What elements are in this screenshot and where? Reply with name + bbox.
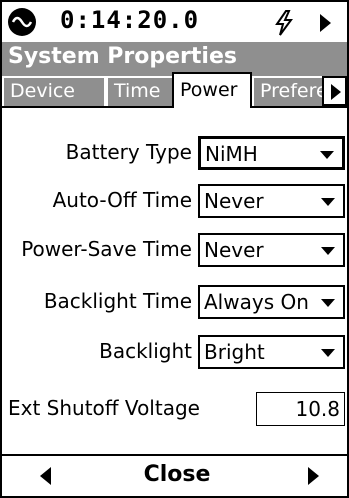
auto-off-time-label: Auto-Off Time — [52, 188, 192, 212]
battery-type-select[interactable]: NiMH — [198, 136, 345, 170]
device-screen: 0:14:20.0 System Properties Device Time … — [0, 0, 349, 498]
chevron-down-icon — [321, 299, 335, 307]
close-button[interactable]: Close — [132, 460, 222, 492]
meter-logo-icon — [8, 8, 36, 36]
tab-device[interactable]: Device — [2, 76, 106, 106]
power-save-time-select[interactable]: Never — [198, 233, 345, 267]
play-triangle-icon[interactable] — [320, 14, 331, 32]
status-bar: 0:14:20.0 — [2, 2, 347, 42]
battery-type-label: Battery Type — [65, 140, 192, 164]
power-save-time-value: Never — [204, 238, 264, 262]
backlight-value: Bright — [204, 340, 265, 364]
backlight-time-value: Always On — [204, 290, 309, 314]
backlight-time-label: Backlight Time — [43, 289, 192, 313]
chevron-down-icon — [320, 151, 334, 159]
window-title: System Properties — [2, 42, 347, 72]
chevron-down-icon — [321, 198, 335, 206]
auto-off-time-select[interactable]: Never — [198, 184, 345, 218]
battery-type-value: NiMH — [205, 142, 258, 166]
arrow-right-icon[interactable] — [308, 467, 319, 485]
power-save-time-label: Power-Save Time — [21, 237, 192, 261]
backlight-time-select[interactable]: Always On — [198, 285, 345, 319]
backlight-select[interactable]: Bright — [198, 335, 345, 369]
ext-shutoff-voltage-input[interactable]: 10.8 — [256, 392, 345, 426]
arrow-right-icon — [331, 84, 341, 100]
chevron-down-icon — [321, 247, 335, 255]
tab-preferences[interactable]: Preferences — [252, 76, 324, 106]
tab-power[interactable]: Power — [172, 72, 252, 108]
backlight-label: Backlight — [99, 339, 192, 363]
tab-time[interactable]: Time — [106, 76, 174, 106]
auto-off-time-value: Never — [204, 189, 264, 213]
arrow-left-icon[interactable] — [40, 467, 51, 485]
elapsed-time: 0:14:20.0 — [60, 6, 200, 34]
chevron-down-icon — [321, 349, 335, 357]
lightning-bolt-icon — [272, 10, 296, 36]
divider — [2, 454, 347, 456]
ext-shutoff-voltage-label: Ext Shutoff Voltage — [8, 396, 200, 420]
tab-scroll-right-button[interactable] — [322, 76, 347, 106]
tab-bar: Device Time Power Preferences — [2, 72, 347, 108]
